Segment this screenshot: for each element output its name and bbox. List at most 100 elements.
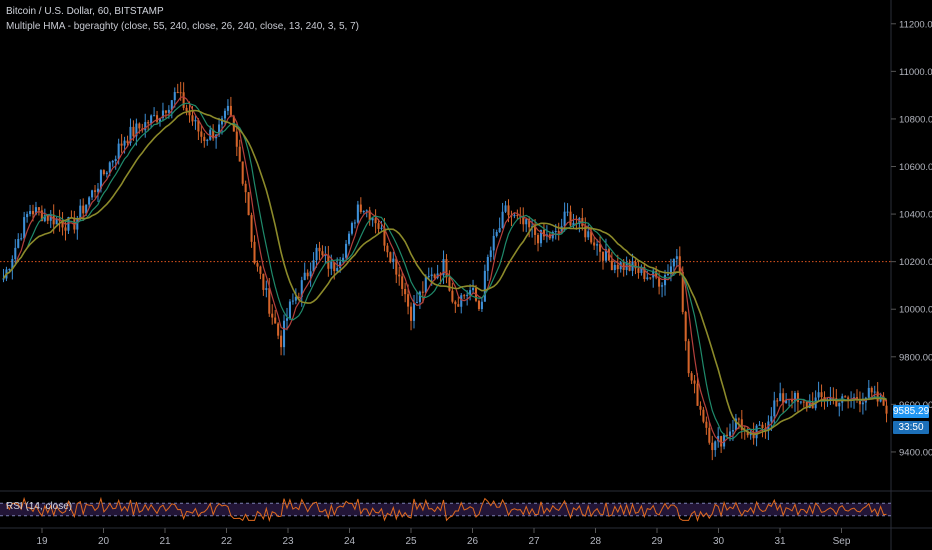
candle-body	[206, 139, 209, 141]
candle-body	[460, 295, 463, 307]
candle-body	[82, 205, 85, 214]
candle-body	[421, 291, 424, 293]
candle-body	[241, 161, 244, 184]
y-tick-label: 9400.00	[899, 447, 932, 458]
candle-body	[817, 392, 820, 398]
candle-body	[356, 204, 359, 223]
candle-body	[737, 418, 740, 420]
candle-body	[386, 245, 389, 253]
candle-body	[761, 424, 764, 428]
candle-body	[274, 317, 277, 324]
candle-body	[277, 323, 280, 336]
candle-body	[17, 238, 20, 248]
candle-body	[483, 270, 486, 302]
candle-body	[779, 393, 782, 402]
candle-body	[392, 258, 395, 262]
candle-body	[29, 211, 32, 215]
candle-body	[675, 256, 678, 259]
candle-body	[259, 266, 262, 274]
candle-body	[687, 341, 690, 374]
candle-body	[144, 122, 147, 131]
candle-body	[353, 222, 356, 224]
candle-body	[265, 288, 268, 290]
candle-body	[661, 285, 664, 287]
chart-title: Bitcoin / U.S. Dollar, 60, BITSTAMP	[6, 6, 164, 17]
candle-body	[714, 441, 717, 451]
candle-body	[513, 214, 516, 217]
candle-body	[802, 401, 805, 403]
candle-body	[185, 107, 188, 112]
candle-body	[306, 272, 309, 277]
candle-body	[37, 207, 40, 211]
candle-body	[820, 392, 823, 398]
candle-body	[498, 227, 501, 233]
candle-body	[731, 430, 734, 432]
candle-body	[507, 205, 510, 216]
candle-body	[448, 277, 451, 291]
y-tick-label: 10600.00	[899, 162, 932, 173]
x-tick-label: 25	[405, 536, 417, 547]
candle-body	[776, 400, 779, 402]
candle-body	[8, 269, 11, 271]
candle-body	[194, 119, 197, 122]
candle-body	[150, 115, 153, 124]
candle-body	[132, 126, 135, 137]
candle-body	[46, 215, 49, 221]
candle-body	[377, 223, 380, 229]
chart-canvas[interactable]: 9400.009600.009800.0010000.0010200.00104…	[0, 0, 932, 550]
candle-body	[454, 301, 457, 305]
candle-body	[88, 197, 91, 205]
indicator-legend: Multiple HMA - bgeraghty (close, 55, 240…	[6, 21, 359, 32]
candle-body	[126, 140, 129, 144]
candle-body	[179, 92, 182, 94]
rsi-label: RSI (14, close)	[6, 501, 73, 512]
candle-body	[256, 263, 259, 267]
candle-body	[362, 211, 365, 213]
candle-body	[637, 268, 640, 273]
candle-body	[445, 259, 448, 278]
candle-body	[495, 232, 498, 236]
candle-body	[415, 302, 418, 304]
candle-body	[176, 92, 179, 94]
candle-body	[147, 122, 150, 124]
candle-body	[477, 300, 480, 310]
candle-body	[374, 218, 377, 224]
candle-body	[799, 401, 802, 403]
candle-body	[489, 250, 492, 257]
candle-body	[569, 211, 572, 226]
candle-body	[666, 274, 670, 276]
candle-body	[480, 301, 483, 310]
candle-body	[646, 277, 649, 279]
y-tick-label: 11200.00	[899, 19, 932, 30]
candle-body	[64, 227, 67, 231]
candle-body	[91, 190, 94, 198]
candle-body	[365, 210, 368, 212]
candle-body	[702, 409, 705, 422]
candle-body	[339, 261, 342, 269]
candle-body	[288, 301, 291, 319]
candle-body	[430, 274, 433, 277]
candle-body	[182, 92, 185, 108]
candle-body	[23, 217, 26, 239]
candle-body	[223, 110, 227, 119]
candle-body	[427, 276, 430, 278]
candle-body	[191, 115, 194, 122]
candle-body	[120, 143, 123, 146]
candle-body	[359, 204, 362, 212]
y-tick-label: 11000.00	[899, 67, 932, 78]
candle-body	[330, 262, 333, 269]
candle-body	[380, 227, 383, 229]
candle-body	[708, 427, 711, 443]
candle-body	[770, 416, 773, 422]
candle-body	[156, 115, 159, 122]
x-tick-label: 31	[774, 536, 786, 547]
y-tick-label: 10000.00	[899, 305, 932, 316]
candle-body	[563, 211, 566, 227]
candle-body	[321, 251, 324, 256]
candle-body	[601, 251, 605, 261]
candle-body	[412, 302, 416, 321]
candle-body	[117, 143, 120, 159]
candle-body	[303, 272, 306, 281]
candle-body	[699, 405, 702, 410]
candle-body	[684, 311, 687, 342]
